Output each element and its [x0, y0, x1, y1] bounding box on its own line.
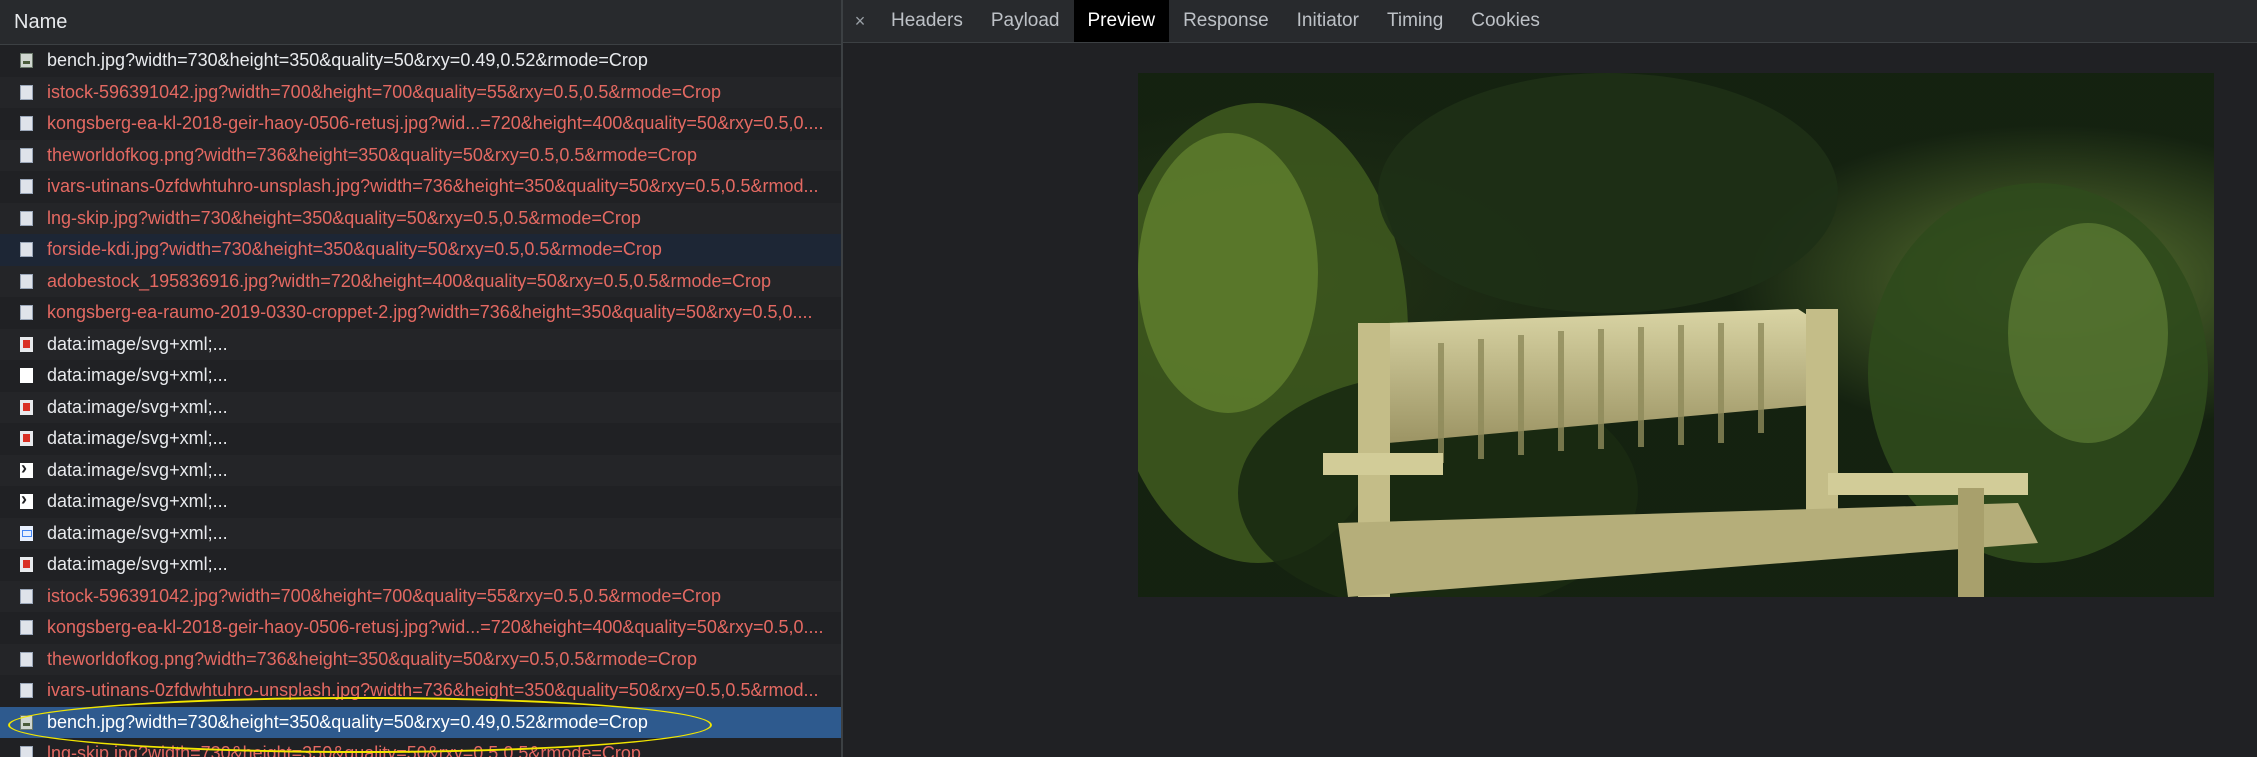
request-name: data:image/svg+xml;...: [47, 396, 228, 417]
request-name: data:image/svg+xml;...: [47, 333, 228, 354]
svg-dark-icon: [20, 458, 33, 479]
request-row[interactable]: ivars-utinans-0zfdwhtuhro-unsplash.jpg?w…: [0, 171, 841, 203]
tab-timing[interactable]: Timing: [1373, 0, 1457, 42]
request-list-panel: Name bench.jpg?width=730&height=350&qual…: [0, 0, 843, 757]
tab-initiator[interactable]: Initiator: [1283, 0, 1373, 42]
request-row[interactable]: data:image/svg+xml;...: [0, 328, 841, 360]
request-name: data:image/svg+xml;...: [47, 554, 228, 575]
file-icon: [20, 273, 33, 289]
file-icon: [20, 147, 33, 163]
request-name: istock-596391042.jpg?width=700&height=70…: [47, 585, 721, 606]
request-name: data:image/svg+xml;...: [47, 522, 228, 543]
request-name: data:image/svg+xml;...: [47, 491, 228, 512]
request-name: adobestock_195836916.jpg?width=720&heigh…: [47, 270, 772, 291]
svg-blue-icon: [20, 525, 33, 541]
file-icon: [20, 210, 33, 226]
tab-cookies[interactable]: Cookies: [1457, 0, 1554, 42]
svg-red-icon: [20, 399, 33, 415]
tab-payload[interactable]: Payload: [977, 0, 1074, 42]
request-list: bench.jpg?width=730&height=350&quality=5…: [0, 45, 841, 757]
details-panel: × Headers Payload Preview Response Initiator…: [843, 0, 2257, 757]
request-row[interactable]: data:image/svg+xml;...: [0, 486, 841, 518]
request-row[interactable]: kongsberg-ea-kl-2018-geir-haoy-0506-retu…: [0, 612, 841, 644]
bench-preview-image: [1138, 73, 2214, 597]
svg-red-icon: [20, 336, 33, 352]
request-row[interactable]: forside-kdi.jpg?width=730&height=350&qua…: [0, 234, 841, 266]
tab-response[interactable]: Response: [1169, 0, 1283, 42]
request-row[interactable]: lng-skip.jpg?width=730&height=350&qualit…: [0, 738, 841, 757]
tab-headers[interactable]: Headers: [877, 0, 977, 42]
request-row[interactable]: theworldofkog.png?width=736&height=350&q…: [0, 643, 841, 675]
name-column-header[interactable]: Name: [0, 0, 841, 45]
request-name: kongsberg-ea-raumo-2019-0330-croppet-2.j…: [47, 302, 813, 323]
request-name: bench.jpg?width=730&height=350&quality=5…: [47, 50, 648, 71]
svg-red-icon: [20, 431, 33, 447]
close-details-icon[interactable]: ×: [843, 0, 877, 42]
request-name: kongsberg-ea-kl-2018-geir-haoy-0506-retu…: [47, 617, 824, 638]
request-name: theworldofkog.png?width=736&height=350&q…: [47, 144, 697, 165]
file-icon: [20, 683, 33, 699]
request-name: istock-596391042.jpg?width=700&height=70…: [47, 81, 721, 102]
details-tabbar: × Headers Payload Preview Response Initiator…: [843, 0, 2257, 43]
request-row[interactable]: kongsberg-ea-kl-2018-geir-haoy-0506-retu…: [0, 108, 841, 140]
request-row[interactable]: data:image/svg+xml;...: [0, 423, 841, 455]
request-row[interactable]: data:image/svg+xml;...: [0, 360, 841, 392]
request-row[interactable]: adobestock_195836916.jpg?width=720&heigh…: [0, 265, 841, 297]
request-row[interactable]: kongsberg-ea-raumo-2019-0330-croppet-2.j…: [0, 297, 841, 329]
request-name: theworldofkog.png?width=736&height=350&q…: [47, 648, 697, 669]
request-name: lng-skip.jpg?width=730&height=350&qualit…: [47, 743, 641, 757]
file-icon: [20, 588, 33, 604]
request-row[interactable]: data:image/svg+xml;...: [0, 454, 841, 486]
file-icon: [20, 179, 33, 195]
tab-list: Headers Payload Preview Response Initiator Ti…: [877, 0, 1554, 42]
request-name: ivars-utinans-0zfdwhtuhro-unsplash.jpg?w…: [47, 680, 819, 701]
file-icon: [20, 746, 33, 757]
request-name: data:image/svg+xml;...: [47, 428, 228, 449]
tab-preview[interactable]: Preview: [1073, 0, 1170, 42]
svg-white-icon: [20, 368, 33, 384]
request-row[interactable]: theworldofkog.png?width=736&height=350&q…: [0, 139, 841, 171]
request-row[interactable]: istock-596391042.jpg?width=700&height=70…: [0, 76, 841, 108]
file-icon: [20, 651, 33, 667]
request-row[interactable]: istock-596391042.jpg?width=700&height=70…: [0, 580, 841, 612]
file-icon: [20, 84, 33, 100]
request-name: kongsberg-ea-kl-2018-geir-haoy-0506-retu…: [47, 113, 824, 134]
request-name: ivars-utinans-0zfdwhtuhro-unsplash.jpg?w…: [47, 176, 819, 197]
file-icon: [20, 620, 33, 636]
request-row[interactable]: data:image/svg+xml;...: [0, 517, 841, 549]
file-icon: [20, 305, 33, 321]
request-name: data:image/svg+xml;...: [47, 365, 228, 386]
file-icon: [20, 116, 33, 132]
request-row[interactable]: data:image/svg+xml;...: [0, 549, 841, 581]
svg-dark-icon: [20, 489, 33, 510]
bench-photo: [1138, 73, 2214, 597]
image-thumb-icon: [20, 714, 33, 730]
request-name: data:image/svg+xml;...: [47, 459, 228, 480]
svg-red-icon: [20, 557, 33, 573]
file-icon: [20, 242, 33, 258]
request-row[interactable]: bench.jpg?width=730&height=350&quality=5…: [0, 706, 841, 738]
request-name: forside-kdi.jpg?width=730&height=350&qua…: [47, 239, 662, 260]
request-row[interactable]: bench.jpg?width=730&height=350&quality=5…: [0, 45, 841, 77]
request-name: bench.jpg?width=730&height=350&quality=5…: [47, 711, 648, 732]
request-name: lng-skip.jpg?width=730&height=350&qualit…: [47, 207, 641, 228]
request-row[interactable]: lng-skip.jpg?width=730&height=350&qualit…: [0, 202, 841, 234]
request-row[interactable]: data:image/svg+xml;...: [0, 391, 841, 423]
request-row[interactable]: ivars-utinans-0zfdwhtuhro-unsplash.jpg?w…: [0, 675, 841, 707]
image-thumb-icon: [20, 53, 33, 69]
